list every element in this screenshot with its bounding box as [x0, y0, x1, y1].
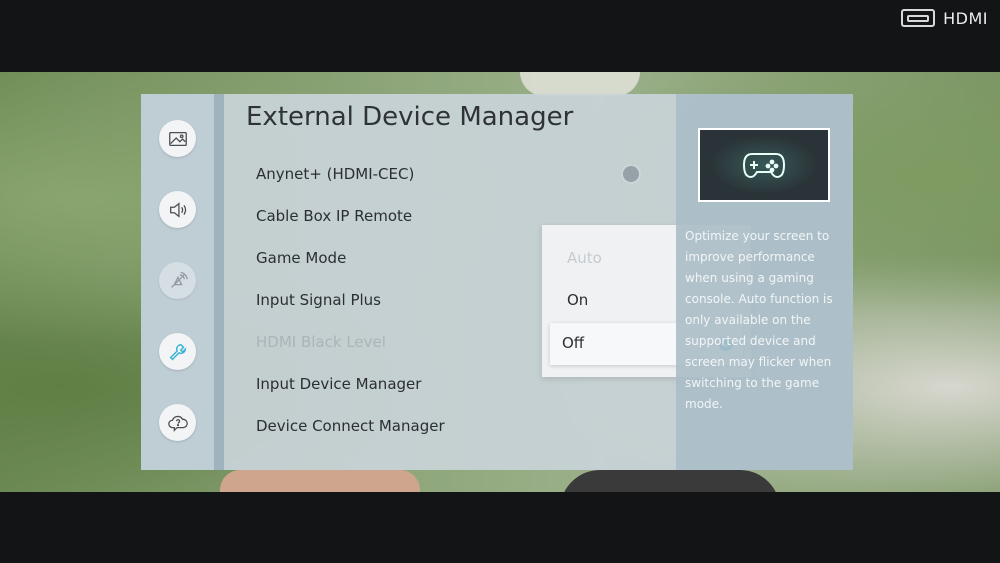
page-title: External Device Manager	[246, 102, 574, 132]
background-detail	[520, 72, 640, 96]
option-off-label: Off	[562, 334, 585, 352]
menu-item-input-device-manager[interactable]: Input Device Manager	[256, 374, 421, 394]
bottom-letterbox	[0, 492, 1000, 563]
gamepad-icon	[742, 153, 786, 179]
settings-panel: External Device Manager Anynet+ (HDMI-CE…	[141, 94, 853, 470]
picture-icon[interactable]	[159, 120, 196, 157]
help-description: Optimize your screen to improve performa…	[685, 229, 833, 411]
top-letterbox	[0, 0, 1000, 72]
wrench-icon[interactable]	[159, 333, 196, 370]
game-mode-preview-image	[698, 128, 830, 202]
anynet-toggle[interactable]	[621, 164, 641, 184]
external-device-menu: External Device Manager Anynet+ (HDMI-CE…	[224, 94, 751, 470]
background-detail	[560, 470, 780, 492]
menu-item-device-connect-manager[interactable]: Device Connect Manager	[256, 416, 445, 436]
settings-category-rail	[141, 94, 214, 470]
help-pane: Optimize your screen to improve performa…	[676, 94, 853, 470]
menu-item-hdmi-black-level: HDMI Black Level	[256, 333, 386, 351]
source-badge: HDMI	[901, 8, 988, 28]
menu-item-cable-box-ip-remote[interactable]: Cable Box IP Remote	[256, 206, 412, 226]
support-cloud-icon[interactable]	[159, 404, 196, 441]
option-on[interactable]: On	[567, 290, 588, 310]
menu-item-game-mode[interactable]: Game Mode	[256, 248, 346, 268]
sound-icon[interactable]	[159, 191, 196, 228]
option-auto: Auto	[567, 249, 602, 267]
background-detail	[220, 470, 420, 492]
source-label: HDMI	[943, 8, 988, 28]
broadcast-icon[interactable]	[159, 262, 196, 299]
menu-item-input-signal-plus[interactable]: Input Signal Plus	[256, 290, 381, 310]
hdmi-port-icon	[901, 9, 936, 27]
menu-item-anynet[interactable]: Anynet+ (HDMI-CEC)	[256, 164, 414, 184]
rail-divider	[214, 94, 224, 470]
